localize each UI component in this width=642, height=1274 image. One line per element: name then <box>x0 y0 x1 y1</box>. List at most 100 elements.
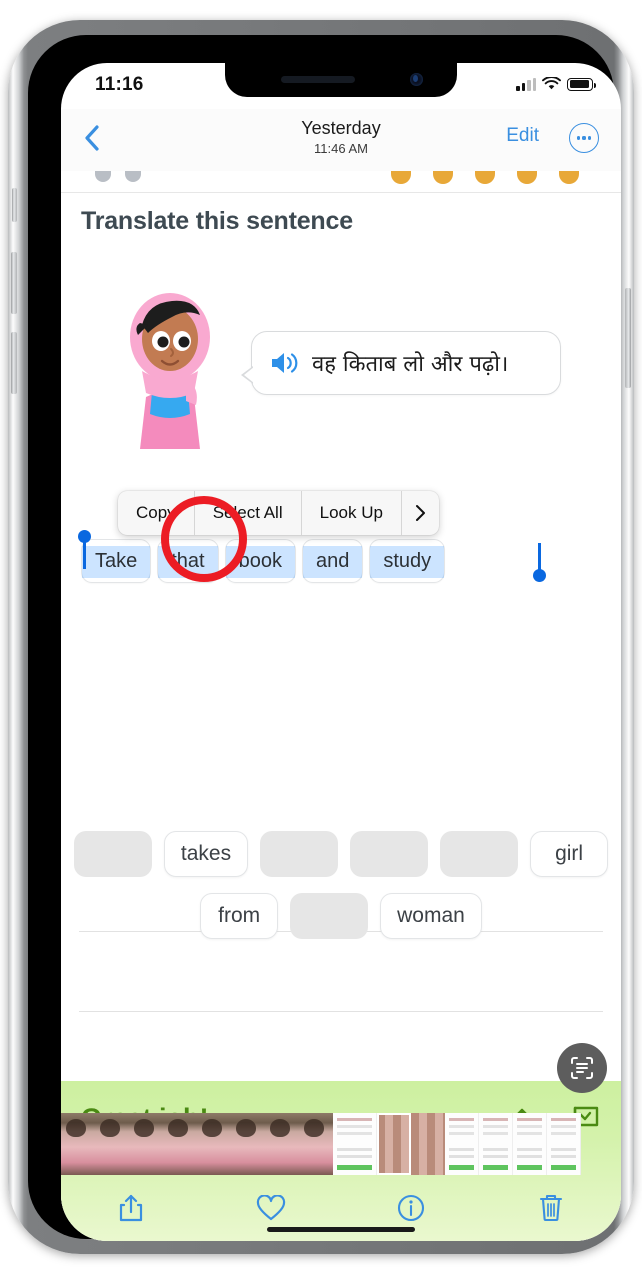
text-selection-context-menu: Copy Select All Look Up <box>118 491 439 535</box>
previous-exercise-row-cutoff <box>61 171 621 193</box>
tile-nub-highlighted <box>391 171 411 184</box>
word-bank-tile-used <box>290 893 369 939</box>
word-bank-tile[interactable]: girl <box>530 831 609 877</box>
answer-tile-label: book <box>238 549 282 572</box>
filmstrip-thumbnail[interactable] <box>61 1113 95 1175</box>
ellipsis-dot <box>576 136 580 140</box>
favorite-button[interactable] <box>248 1185 294 1231</box>
word-bank-row: from woman <box>61 893 621 939</box>
live-text-scan-button[interactable] <box>557 1043 607 1093</box>
exercise-prompt-title: Translate this sentence <box>81 207 353 235</box>
filmstrip-thumbnail[interactable] <box>163 1113 197 1175</box>
trash-icon <box>539 1194 563 1222</box>
answer-tile-label: Take <box>95 549 138 572</box>
word-bank-tile-used <box>260 831 339 877</box>
answer-tile-label: that <box>171 549 205 572</box>
answer-tile[interactable]: that <box>157 539 219 583</box>
filmstrip-thumbnail[interactable] <box>231 1113 265 1175</box>
word-bank-tile-used <box>440 831 519 877</box>
phone-screen: 11:16 Yesterday 11:46 AM Edit Translate … <box>61 63 621 1241</box>
phone-device-frame: 11:16 Yesterday 11:46 AM Edit Translate … <box>8 20 634 1254</box>
selection-bar <box>83 539 86 569</box>
share-button[interactable] <box>108 1185 154 1231</box>
back-button[interactable] <box>77 121 107 155</box>
answer-tile[interactable]: Take <box>81 539 152 583</box>
edit-button[interactable]: Edit <box>506 125 539 147</box>
cartoon-character-illustration <box>130 293 210 449</box>
context-menu-item-look-up[interactable]: Look Up <box>302 491 402 535</box>
more-options-button[interactable] <box>569 123 599 153</box>
volume-down-button[interactable] <box>11 332 17 394</box>
chevron-right-icon <box>415 505 425 521</box>
filmstrip-thumbnail[interactable] <box>547 1113 581 1175</box>
word-bank-tile[interactable]: woman <box>380 893 482 939</box>
speaker-wave-icon <box>272 353 298 373</box>
context-menu-item-copy[interactable]: Copy <box>118 491 195 535</box>
phone-bezel: 11:16 Yesterday 11:46 AM Edit Translate … <box>28 35 621 1241</box>
volume-up-button[interactable] <box>11 252 17 314</box>
filmstrip-thumbnail[interactable] <box>265 1113 299 1175</box>
word-bank-row: takes girl <box>61 831 621 877</box>
share-icon <box>119 1194 143 1222</box>
chevron-left-icon <box>85 125 99 151</box>
filmstrip-thumbnail[interactable] <box>129 1113 163 1175</box>
answer-tile-label: and <box>315 549 350 572</box>
selection-handle-start[interactable] <box>78 530 91 569</box>
tile-nub-highlighted <box>475 171 495 184</box>
answer-tile[interactable]: study <box>369 539 446 583</box>
battery-icon <box>567 77 596 91</box>
filmstrip-thumbnail[interactable] <box>197 1113 231 1175</box>
filmstrip-thumbnail-selected[interactable] <box>377 1113 411 1175</box>
filmstrip-thumbnail[interactable] <box>411 1113 445 1175</box>
audio-sentence-bubble[interactable]: वह किताब लो और पढ़ो। <box>241 331 561 395</box>
nav-title-block: Yesterday 11:46 AM <box>301 117 380 157</box>
live-text-scan-icon <box>571 1057 593 1079</box>
filmstrip-thumbnail[interactable] <box>333 1113 377 1175</box>
ellipsis-dot <box>588 136 592 140</box>
filmstrip-thumbnail[interactable] <box>479 1113 513 1175</box>
ellipsis-dot <box>582 136 586 140</box>
wifi-icon <box>542 77 561 90</box>
filmstrip-thumbnail[interactable] <box>513 1113 547 1175</box>
heart-icon <box>256 1194 286 1220</box>
language-lesson-content: Translate this sentence वह किताब लो और प… <box>61 171 621 1241</box>
page-subtitle: 11:46 AM <box>314 141 368 156</box>
answer-tile-label: study <box>383 549 432 572</box>
word-bank-tile[interactable]: takes <box>163 831 249 877</box>
photo-filmstrip[interactable] <box>61 1113 621 1175</box>
cellular-signal-icon <box>516 77 536 91</box>
word-bank-tile-used <box>73 831 152 877</box>
info-circle-icon <box>397 1194 425 1222</box>
selection-knob <box>533 569 546 582</box>
filmstrip-thumbnail[interactable] <box>95 1113 129 1175</box>
answer-tile[interactable]: and <box>301 539 364 583</box>
front-camera-icon <box>410 73 423 86</box>
power-button[interactable] <box>625 288 631 388</box>
context-menu-item-select-all[interactable]: Select All <box>195 491 302 535</box>
context-menu-more-button[interactable] <box>402 491 439 535</box>
tile-nub-highlighted <box>433 171 453 184</box>
device-notch <box>225 63 457 97</box>
source-sentence-text: वह किताब लो और पढ़ो। <box>312 352 509 377</box>
delete-button[interactable] <box>528 1185 574 1231</box>
word-bank-tile[interactable]: from <box>200 893 279 939</box>
info-button[interactable] <box>388 1185 434 1231</box>
status-time: 11:16 <box>95 74 144 95</box>
navigation-bar: Yesterday 11:46 AM Edit <box>61 109 621 171</box>
mute-switch-button[interactable] <box>12 188 17 222</box>
answer-divider-line <box>79 1011 603 1012</box>
selection-knob <box>78 530 91 543</box>
earpiece-speaker-icon <box>281 76 355 83</box>
answer-tiles-row: Take that book and study <box>81 539 446 583</box>
word-bank-tile-used <box>350 831 429 877</box>
selection-handle-end[interactable] <box>533 543 546 582</box>
page-title: Yesterday <box>301 118 381 138</box>
home-indicator[interactable] <box>267 1227 415 1232</box>
tile-nub-highlighted <box>559 171 579 184</box>
word-bank: takes girl from woman <box>61 831 621 955</box>
tile-nub-highlighted <box>517 171 537 184</box>
status-indicators <box>516 77 596 91</box>
filmstrip-thumbnail[interactable] <box>445 1113 479 1175</box>
filmstrip-thumbnail[interactable] <box>299 1113 333 1175</box>
answer-tile[interactable]: book <box>224 539 296 583</box>
